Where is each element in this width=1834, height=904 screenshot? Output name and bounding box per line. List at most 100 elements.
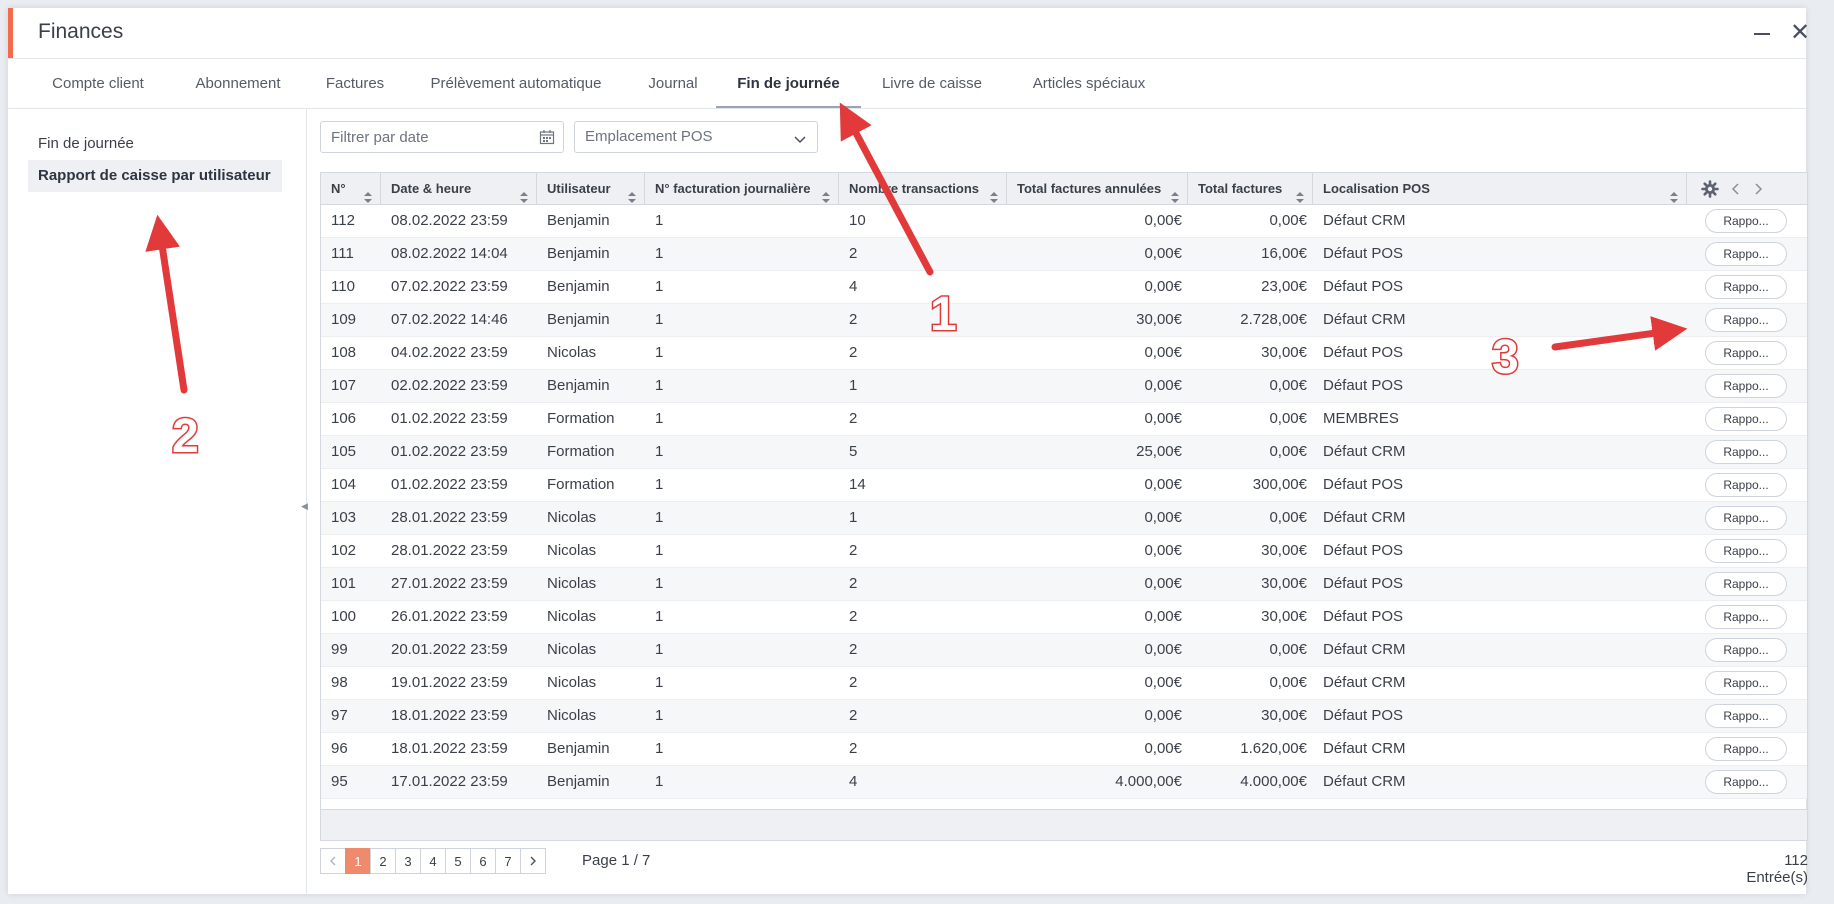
report-button[interactable]: Rappo...: [1705, 506, 1787, 530]
pagination: 1 2 3 4 5 6 7: [320, 848, 546, 874]
report-button[interactable]: Rappo...: [1705, 572, 1787, 596]
report-button[interactable]: Rappo...: [1705, 275, 1787, 299]
cell-number: 100: [331, 608, 357, 625]
page-button-1[interactable]: 1: [345, 848, 371, 874]
table-row[interactable]: 108 04.02.2022 23:59 Nicolas 1 2 0,00€ 30,00€ D…: [321, 337, 1807, 370]
report-button[interactable]: Rappo...: [1705, 671, 1787, 695]
column-header-cancelled-total[interactable]: Total factures annulées: [1007, 173, 1188, 204]
page-button-4[interactable]: 4: [420, 848, 446, 874]
cell-number: 112: [331, 212, 355, 229]
cell-number: 109: [331, 311, 357, 328]
table-row[interactable]: 103 28.01.2022 23:59 Nicolas 1 1 0,00€ 0,00€ Dé…: [321, 502, 1807, 535]
close-icon[interactable]: ✕: [1787, 20, 1813, 46]
table-row[interactable]: 101 27.01.2022 23:59 Nicolas 1 2 0,00€ 30,00€ D…: [321, 568, 1807, 601]
date-filter-input[interactable]: [331, 122, 531, 152]
date-filter[interactable]: [320, 121, 564, 153]
tab-livre-de-caisse[interactable]: Livre de caisse: [880, 59, 984, 109]
cell-transactions: 2: [849, 575, 858, 592]
tab-articles-speciaux[interactable]: Articles spéciaux: [1024, 59, 1154, 109]
table-row[interactable]: 104 01.02.2022 23:59 Formation 1 14 0,00€ 300,…: [321, 469, 1807, 502]
column-header-date[interactable]: Date & heure: [381, 173, 537, 204]
page-button-3[interactable]: 3: [395, 848, 421, 874]
column-header-daily-billing[interactable]: N° facturation journalière: [645, 173, 839, 204]
cell-invoice-total: 0,00€: [1269, 641, 1307, 658]
report-button[interactable]: Rappo...: [1705, 374, 1787, 398]
tab-factures[interactable]: Factures: [323, 59, 387, 109]
report-button[interactable]: Rappo...: [1705, 605, 1787, 629]
column-header-pos-location[interactable]: Localisation POS: [1313, 173, 1687, 204]
table-row[interactable]: 106 01.02.2022 23:59 Formation 1 2 0,00€ 0,00€…: [321, 403, 1807, 436]
report-button[interactable]: Rappo...: [1705, 704, 1787, 728]
cell-daily-billing: 1: [655, 278, 664, 295]
table-row[interactable]: 99 20.01.2022 23:59 Nicolas 1 2 0,00€ 0,00€ Déf…: [321, 634, 1807, 667]
table-row[interactable]: 97 18.01.2022 23:59 Nicolas 1 2 0,00€ 30,00€ Dé…: [321, 700, 1807, 733]
report-button[interactable]: Rappo...: [1705, 539, 1787, 563]
cell-cancelled-total: 0,00€: [1144, 410, 1182, 427]
report-button[interactable]: Rappo...: [1705, 638, 1787, 662]
report-button[interactable]: Rappo...: [1705, 209, 1787, 233]
column-header-invoice-total[interactable]: Total factures: [1188, 173, 1313, 204]
chevron-right-icon[interactable]: [1753, 182, 1763, 196]
page-button-6[interactable]: 6: [470, 848, 496, 874]
gear-icon[interactable]: [1701, 179, 1719, 198]
pos-location-select[interactable]: Emplacement POS: [574, 121, 818, 153]
sidebar-item-rapport-de-caisse[interactable]: Rapport de caisse par utilisateur: [28, 160, 282, 192]
report-button[interactable]: Rappo...: [1705, 242, 1787, 266]
table-row[interactable]: 102 28.01.2022 23:59 Nicolas 1 2 0,00€ 30,00€ D…: [321, 535, 1807, 568]
page-button-7[interactable]: 7: [495, 848, 521, 874]
cell-cancelled-total: 0,00€: [1144, 344, 1182, 361]
sidebar-item-fin-de-journee[interactable]: Fin de journée: [28, 128, 282, 160]
sort-icon: [990, 183, 998, 204]
cell-transactions: 2: [849, 641, 858, 658]
cell-user: Nicolas: [547, 344, 597, 361]
table-row[interactable]: 105 01.02.2022 23:59 Formation 1 5 25,00€ 0,00…: [321, 436, 1807, 469]
tab-fin-de-journee[interactable]: Fin de journée: [716, 59, 861, 109]
report-button[interactable]: Rappo...: [1705, 770, 1787, 794]
table-row[interactable]: 100 26.01.2022 23:59 Nicolas 1 2 0,00€ 30,00€ D…: [321, 601, 1807, 634]
report-button[interactable]: Rappo...: [1705, 308, 1787, 332]
minimize-icon[interactable]: [1749, 20, 1775, 46]
cell-transactions: 2: [849, 608, 858, 625]
tabs-divider: [8, 108, 1806, 109]
page-button-5[interactable]: 5: [445, 848, 471, 874]
table-row[interactable]: 112 08.02.2022 23:59 Benjamin 1 10 0,00€ 0,00€…: [321, 205, 1807, 238]
cell-daily-billing: 1: [655, 509, 664, 526]
table-row[interactable]: 111 08.02.2022 14:04 Benjamin 1 2 0,00€ 16,00€…: [321, 238, 1807, 271]
page-button-2[interactable]: 2: [370, 848, 396, 874]
tab-compte-client[interactable]: Compte client: [44, 59, 152, 109]
cell-date: 19.01.2022 23:59: [391, 674, 508, 691]
table-row[interactable]: 109 07.02.2022 14:46 Benjamin 1 2 30,00€ 2.728…: [321, 304, 1807, 337]
table-row[interactable]: 98 19.01.2022 23:59 Nicolas 1 2 0,00€ 0,00€ Déf…: [321, 667, 1807, 700]
column-header-user[interactable]: Utilisateur: [537, 173, 645, 204]
table-row[interactable]: 96 18.01.2022 23:59 Benjamin 1 2 0,00€ 1.620,0…: [321, 733, 1807, 766]
cell-user: Nicolas: [547, 674, 597, 691]
column-header-transactions[interactable]: Nombre transactions: [839, 173, 1007, 204]
cell-pos-location: Défaut CRM: [1323, 641, 1406, 658]
cell-cancelled-total: 0,00€: [1144, 575, 1182, 592]
report-button[interactable]: Rappo...: [1705, 737, 1787, 761]
report-button[interactable]: Rappo...: [1705, 407, 1787, 431]
cell-transactions: 2: [849, 707, 858, 724]
report-button[interactable]: Rappo...: [1705, 341, 1787, 365]
sort-icon: [628, 183, 636, 204]
table-row[interactable]: 107 02.02.2022 23:59 Benjamin 1 1 0,00€ 0,00€ D…: [321, 370, 1807, 403]
report-button[interactable]: Rappo...: [1705, 473, 1787, 497]
collapse-handle-icon[interactable]: ◀: [301, 501, 308, 512]
tab-abonnement[interactable]: Abonnement: [189, 59, 287, 109]
tab-prelevement-automatique[interactable]: Prélèvement automatique: [426, 59, 606, 109]
tab-journal[interactable]: Journal: [645, 59, 701, 109]
pagination-next-button[interactable]: [520, 848, 546, 874]
cell-pos-location: Défaut POS: [1323, 278, 1404, 295]
column-header-number[interactable]: N°: [321, 173, 381, 204]
pagination-prev-button[interactable]: [320, 848, 346, 874]
calendar-icon[interactable]: [539, 129, 555, 149]
report-button[interactable]: Rappo...: [1705, 440, 1787, 464]
chevron-left-icon[interactable]: [1731, 182, 1741, 196]
cell-transactions: 1: [849, 377, 858, 394]
cell-transactions: 10: [849, 212, 866, 229]
table-row[interactable]: 110 07.02.2022 23:59 Benjamin 1 4 0,00€ 23,00€…: [321, 271, 1807, 304]
table-row[interactable]: 95 17.01.2022 23:59 Benjamin 1 4 4.000,00€ 4.0…: [321, 766, 1807, 799]
cell-number: 101: [331, 575, 357, 592]
accent-bar: [8, 8, 13, 58]
cell-daily-billing: 1: [655, 740, 664, 757]
